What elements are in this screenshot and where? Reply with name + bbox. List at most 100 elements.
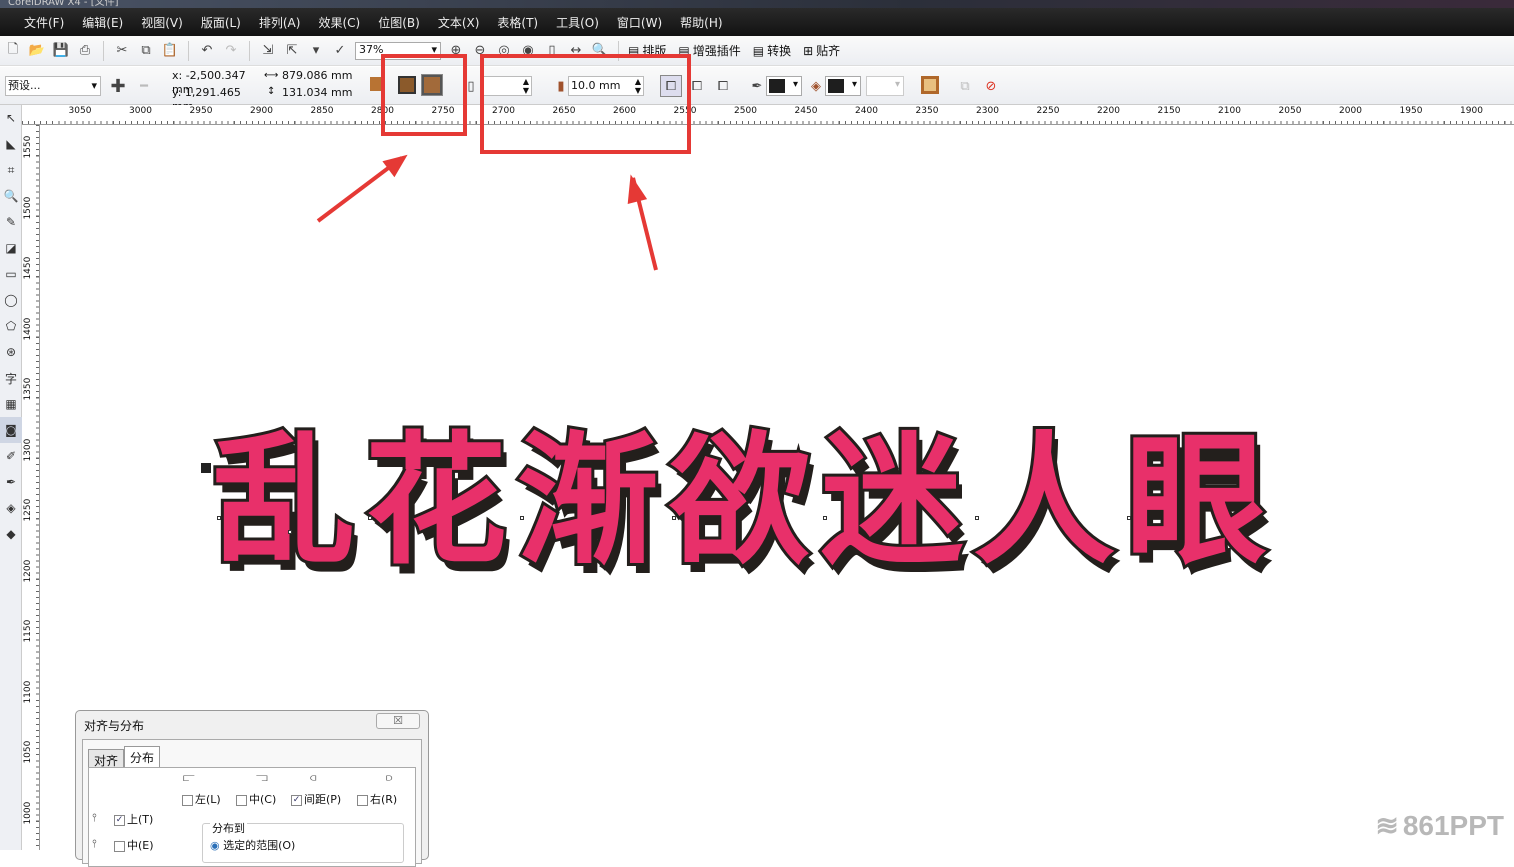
horizontal-ruler[interactable]: 3050300029502900285028002750270026502600… [22, 105, 1514, 125]
add-preset-icon[interactable]: ✚ [109, 77, 127, 95]
y-position-field[interactable]: y: 1,291.465 mm [170, 86, 258, 102]
distribute-middle-icon: ⫯ [92, 837, 97, 851]
menu-view[interactable]: 视图(V) [141, 14, 183, 31]
checkbox-distribute-right[interactable]: 右(R) [357, 791, 397, 807]
close-button[interactable]: ☒ [376, 713, 420, 729]
radio-selected-range[interactable]: ◉ 选定的范围(O) [210, 837, 295, 853]
ruler-tick-label: 2500 [734, 106, 757, 116]
selection-node[interactable] [1127, 516, 1131, 520]
selection-node[interactable] [823, 516, 827, 520]
dialog-title: 对齐与分布 [84, 717, 144, 734]
zoom-tool-icon[interactable]: 🔍 [0, 183, 22, 209]
smart-fill-icon[interactable]: ◪ [0, 235, 22, 261]
checkbox[interactable]: ✓ [114, 815, 125, 826]
ruler-tick-label: 2950 [190, 106, 213, 116]
interactive-fill-icon[interactable]: ◆ [0, 521, 22, 547]
print-icon[interactable]: ⎙ [76, 42, 94, 60]
outline-tool-icon[interactable]: ✒ [0, 469, 22, 495]
menu-file[interactable]: 文件(F) [24, 14, 64, 31]
eyedropper-tool-icon[interactable]: ✐ [0, 443, 22, 469]
import-icon[interactable]: ⇲ [259, 42, 277, 60]
preset-value: 预设... [8, 79, 41, 92]
x-position-field[interactable]: x: -2,500.347 mm [170, 69, 258, 85]
text-tool-icon[interactable]: 字 [0, 365, 22, 391]
menu-bitmaps[interactable]: 位图(B) [378, 14, 420, 31]
checkbox[interactable] [236, 795, 247, 806]
outline-color-picker[interactable]: ▾ [766, 76, 802, 96]
canvas-text-object[interactable]: 乱花渐欲迷人眼 [213, 385, 1277, 591]
pick-tool-icon[interactable]: ↖ [0, 105, 22, 131]
fill-color-picker[interactable]: ▾ [825, 76, 861, 96]
checkbox-distribute-top[interactable]: ✓上(T) [114, 811, 153, 827]
cut-icon[interactable]: ✂ [113, 42, 131, 60]
checkbox-distribute-middle[interactable]: 中(E) [114, 837, 154, 853]
fill-tool-icon[interactable]: ◈ [0, 495, 22, 521]
checkbox[interactable] [182, 795, 193, 806]
outline-color-swatch [769, 79, 785, 93]
menu-help[interactable]: 帮助(H) [680, 14, 722, 31]
export-icon[interactable]: ⇱ [283, 42, 301, 60]
selection-node[interactable] [288, 530, 292, 534]
new-icon[interactable]: 🗋 [4, 42, 22, 60]
distribute-top-icon: ⫯ [92, 811, 97, 825]
rectangle-tool-icon[interactable]: ▭ [0, 261, 22, 287]
polygon-tool-icon[interactable]: ⬠ [0, 313, 22, 339]
crop-tool-icon[interactable]: ⌗ [0, 157, 22, 183]
save-icon[interactable]: 💾 [52, 42, 70, 60]
ellipse-tool-icon[interactable]: ◯ [0, 287, 22, 313]
ruler-tick-label: 2300 [976, 106, 999, 116]
menu-table[interactable]: 表格(T) [497, 14, 538, 31]
checkbox[interactable]: ✓ [291, 795, 302, 806]
clear-contour-icon[interactable]: ⊘ [982, 77, 1000, 95]
ruler-tick-label: 1900 [1460, 106, 1483, 116]
basic-shapes-icon[interactable]: ⊛ [0, 339, 22, 365]
counterclockwise-color-icon[interactable]: ⧠ [714, 77, 732, 95]
snap-icon: ⊞ [803, 44, 813, 58]
ruler-tick-label: 2350 [916, 106, 939, 116]
vertical-ruler[interactable]: 1550150014501400135013001250120011501100… [22, 125, 40, 850]
undo-icon[interactable]: ↶ [198, 42, 216, 60]
ruler-tick-label: 1100 [23, 680, 33, 703]
remove-preset-icon[interactable]: ━ [135, 77, 153, 95]
checkbox-distribute-spacing[interactable]: ✓间距(P) [291, 791, 341, 807]
selection-node[interactable] [672, 516, 676, 520]
selection-node[interactable] [217, 516, 221, 520]
open-icon[interactable]: 📂 [28, 42, 46, 60]
welcome-icon[interactable]: ✓ [331, 42, 349, 60]
outline-pen-icon: ✒ [748, 77, 766, 95]
table-tool-icon[interactable]: ▦ [0, 391, 22, 417]
contour-handle[interactable] [201, 463, 211, 473]
menu-text[interactable]: 文本(X) [438, 14, 480, 31]
checkbox-distribute-left[interactable]: 左(L) [182, 791, 221, 807]
menu-effects[interactable]: 效果(C) [318, 14, 360, 31]
menu-window[interactable]: 窗口(W) [617, 14, 662, 31]
end-color-picker[interactable]: ▾ [866, 76, 904, 96]
redo-icon[interactable]: ↷ [222, 42, 240, 60]
height-icon: ↕ [267, 86, 275, 97]
plugin-convert-button[interactable]: ▤转换 [753, 42, 791, 59]
checkbox[interactable] [357, 795, 368, 806]
freehand-tool-icon[interactable]: ✎ [0, 209, 22, 235]
ruler-tick-label: 1150 [23, 620, 33, 643]
ruler-tick-label: 2250 [1037, 106, 1060, 116]
checkbox-distribute-center[interactable]: 中(C) [236, 791, 276, 807]
width-field[interactable]: 879.086 mm [280, 69, 354, 85]
plugin-snap-button[interactable]: ⊞贴齐 [803, 42, 840, 59]
title-bar: CorelDRAW X4 - [文件] [0, 0, 1514, 8]
paste-icon[interactable]: 📋 [161, 42, 179, 60]
menu-layout[interactable]: 版面(L) [201, 14, 241, 31]
selection-node[interactable] [368, 516, 372, 520]
interactive-tool-icon[interactable]: ◙ [0, 417, 22, 443]
height-field[interactable]: 131.034 mm [280, 86, 354, 102]
menu-tools[interactable]: 工具(O) [556, 14, 599, 31]
menu-edit[interactable]: 编辑(E) [82, 14, 123, 31]
selection-node[interactable] [520, 516, 524, 520]
copy-icon[interactable]: ⧉ [137, 42, 155, 60]
selection-node[interactable] [975, 516, 979, 520]
preset-select[interactable]: 预设...▾ [5, 76, 101, 96]
copy-contour-icon[interactable]: ⧉ [956, 77, 974, 95]
shape-tool-icon[interactable]: ◣ [0, 131, 22, 157]
contour-acceleration-icon[interactable] [921, 76, 939, 94]
app-launcher-icon[interactable]: ▾ [307, 42, 325, 60]
menu-arrange[interactable]: 排列(A) [259, 14, 301, 31]
